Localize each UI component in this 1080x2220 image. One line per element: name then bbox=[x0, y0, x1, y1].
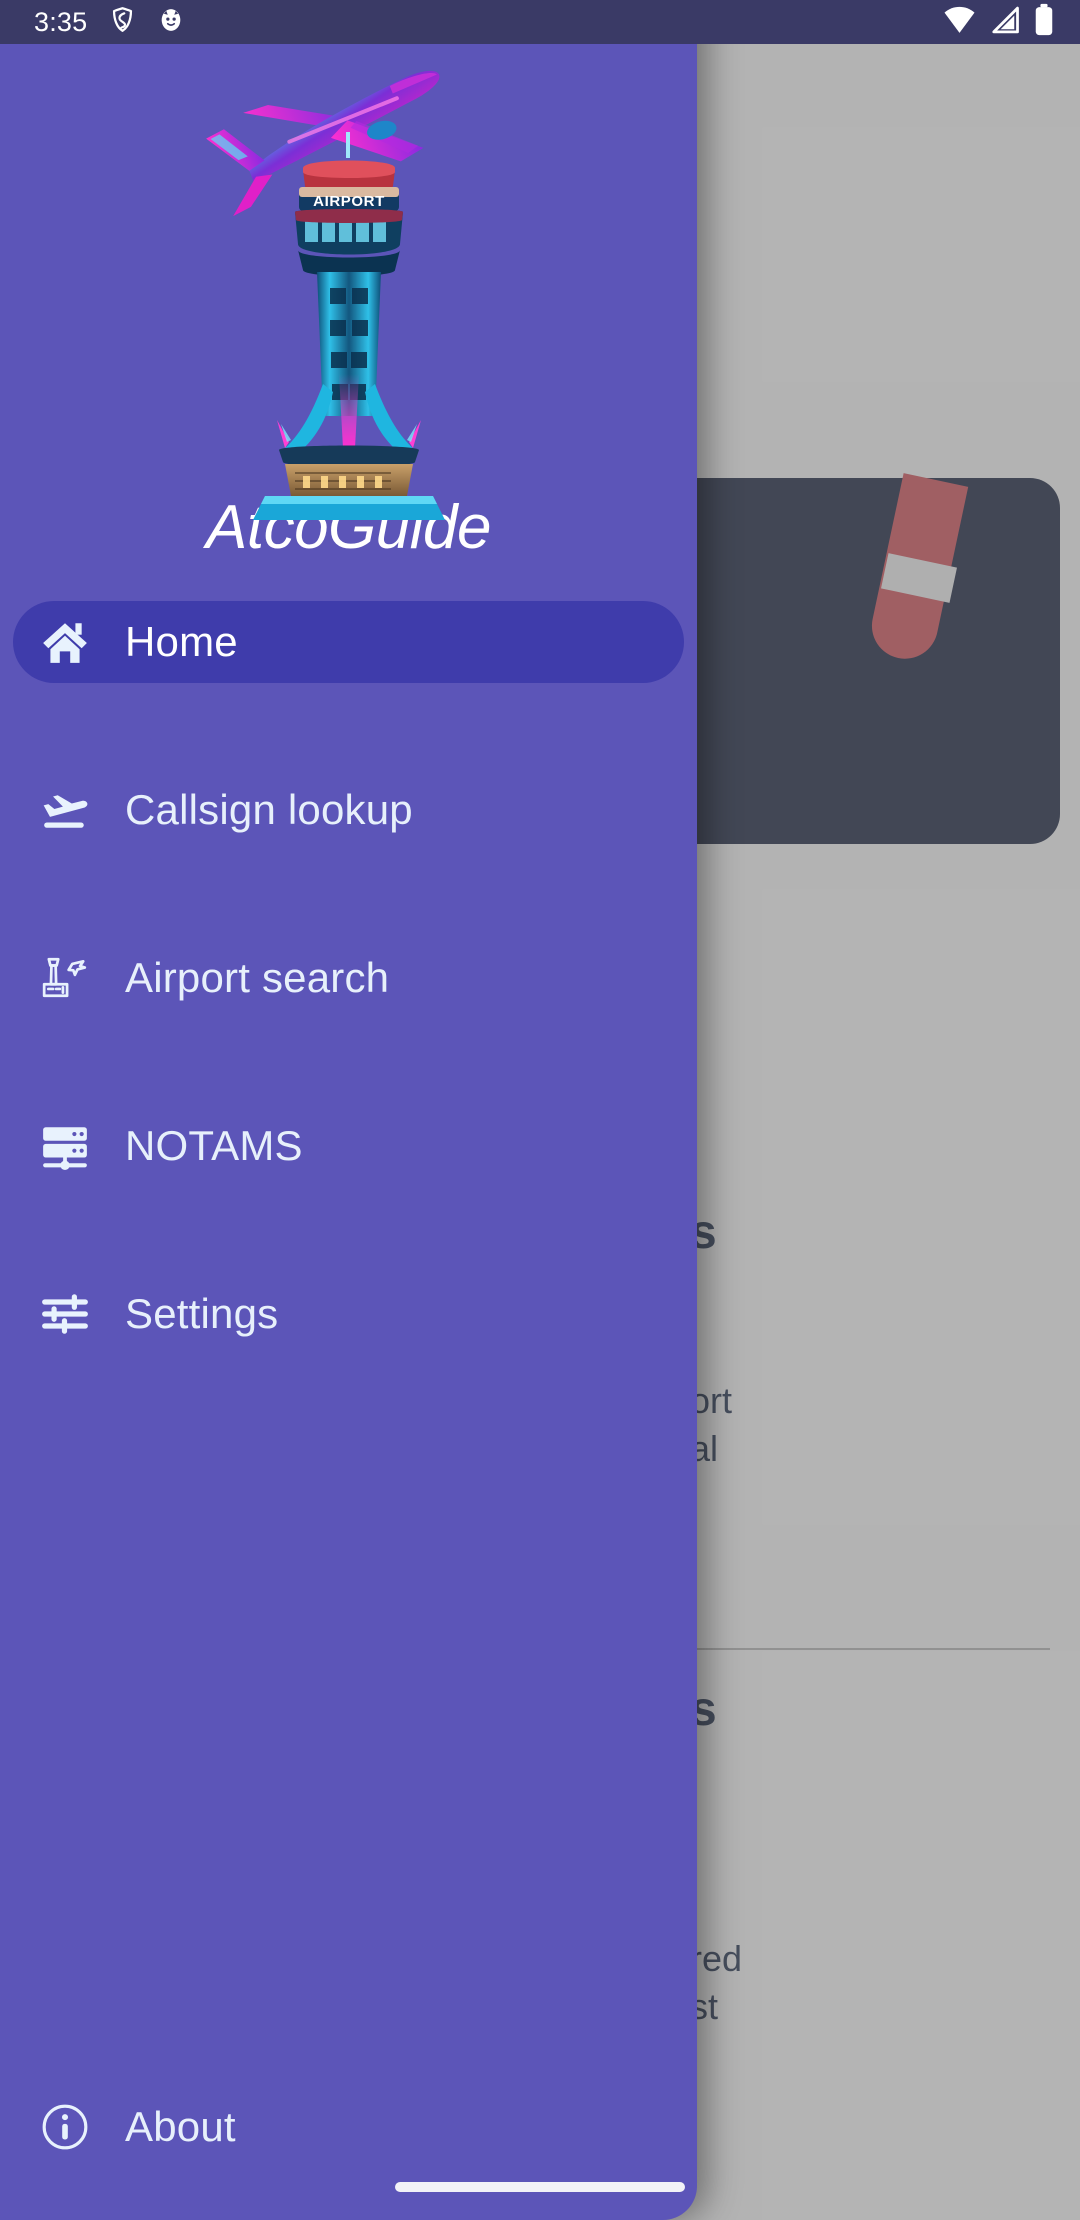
sidebar-item-about[interactable]: About bbox=[13, 2086, 684, 2168]
server-icon bbox=[37, 1120, 93, 1172]
sidebar-item-label: About bbox=[125, 2103, 236, 2151]
airport-tower-logo: AIRPORT bbox=[199, 44, 499, 544]
background-text-fragment: red bbox=[690, 1938, 742, 1980]
sidebar-item-notams[interactable]: NOTAMS bbox=[13, 1105, 684, 1187]
home-icon bbox=[37, 616, 93, 668]
status-clock: 3:35 bbox=[34, 7, 87, 38]
face-icon bbox=[158, 7, 184, 38]
sidebar-item-label: Airport search bbox=[125, 954, 389, 1002]
wifi-icon bbox=[943, 5, 976, 40]
status-bar: 3:35 bbox=[0, 0, 1080, 44]
background-divider bbox=[690, 1648, 1050, 1650]
control-tower-icon bbox=[37, 952, 93, 1004]
sidebar-item-label: Settings bbox=[125, 1290, 278, 1338]
sidebar-item-settings[interactable]: Settings bbox=[13, 1273, 684, 1355]
info-circle-icon bbox=[37, 2101, 93, 2153]
sidebar-item-label: Callsign lookup bbox=[125, 786, 413, 834]
shield-icon bbox=[109, 6, 136, 38]
navigation-drawer: AIRPORT bbox=[0, 0, 697, 2220]
cellular-signal-icon bbox=[990, 5, 1020, 40]
status-bar-right bbox=[943, 3, 1054, 41]
sidebar-item-callsign-lookup[interactable]: Callsign lookup bbox=[13, 769, 684, 851]
flight-takeoff-icon bbox=[37, 784, 93, 836]
sidebar-item-label: NOTAMS bbox=[125, 1122, 303, 1170]
sidebar-item-home[interactable]: Home bbox=[13, 601, 684, 683]
sidebar-item-label: Home bbox=[125, 618, 238, 666]
drawer-nav-list: Home Callsign lookup bbox=[0, 601, 697, 1355]
gesture-navigation-bar[interactable] bbox=[395, 2182, 685, 2192]
tune-sliders-icon bbox=[37, 1288, 93, 1340]
status-bar-left: 3:35 bbox=[34, 6, 184, 38]
sidebar-item-airport-search[interactable]: Airport search bbox=[13, 937, 684, 1019]
drawer-footer: About bbox=[0, 2086, 697, 2168]
battery-icon bbox=[1034, 3, 1054, 41]
drawer-header: AIRPORT bbox=[0, 44, 697, 563]
svg-text:AIRPORT: AIRPORT bbox=[313, 193, 385, 210]
